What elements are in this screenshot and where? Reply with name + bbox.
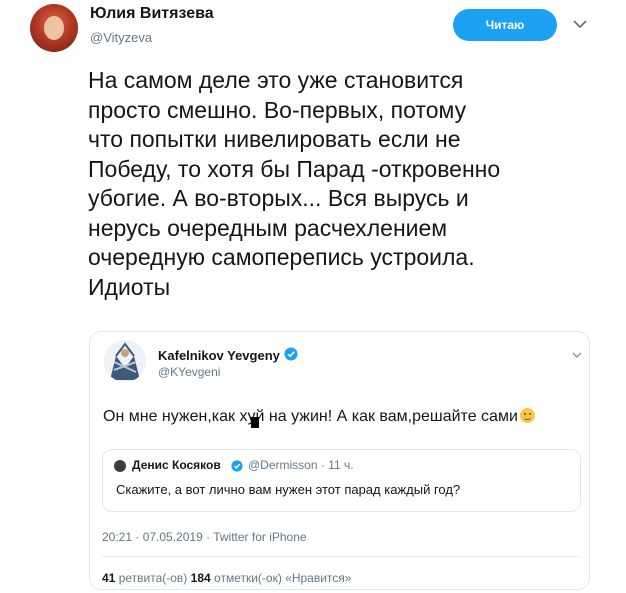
quoted-author-avatar[interactable] (104, 340, 146, 382)
tweet-text: На самом деле это уже становится просто … (88, 67, 501, 300)
verified-icon (231, 459, 243, 477)
quoted-tweet-text-content: Он мне нужен,как хуй на ужин! А как вам,… (103, 408, 518, 425)
tweet-stats[interactable]: 41 ретвита(-ов) 184 отметки(-ок) «Нравит… (102, 571, 351, 585)
author-username[interactable]: @Vityzeva (90, 30, 152, 45)
nested-tweet-text: Скажите, а вот лично вам нужен этот пара… (116, 482, 461, 497)
verified-icon (284, 347, 298, 364)
nested-author-name[interactable]: Денис Косяков (132, 458, 221, 472)
nested-time[interactable]: · 11 ч. (321, 458, 354, 472)
likes-count[interactable]: 184 (191, 571, 211, 585)
divider (102, 556, 580, 557)
chevron-down-icon[interactable] (570, 348, 584, 362)
author-avatar[interactable] (30, 4, 78, 52)
quoted-author-username[interactable]: @KYevgeni (158, 365, 220, 379)
chevron-down-icon[interactable] (572, 16, 588, 32)
retweets-label: ретвита(-ов) (118, 571, 188, 585)
quoted-author-name[interactable]: Kafelnikov Yevgeny (158, 347, 298, 364)
quoted-author-name-text[interactable]: Kafelnikov Yevgeny (158, 348, 280, 363)
author-display-name[interactable]: Юлия Витязева (90, 5, 214, 23)
censor-bar (251, 417, 259, 428)
nested-author-username[interactable]: @Dermisson (248, 458, 318, 472)
quoted-tweet-text: Он мне нужен,как хуй на ужин! А как вам,… (103, 408, 535, 426)
tweet-timestamp[interactable]: 20:21 · 07.05.2019 · Twitter for iPhone (102, 530, 307, 544)
nested-author-avatar[interactable] (114, 460, 126, 472)
likes-label: отметки(-ок) «Нравится» (214, 571, 352, 585)
retweets-count[interactable]: 41 (102, 571, 115, 585)
nested-author-meta[interactable]: @Dermisson · 11 ч. (248, 458, 354, 472)
wink-emoji-icon (519, 408, 535, 423)
following-button[interactable]: Читаю (453, 9, 557, 41)
